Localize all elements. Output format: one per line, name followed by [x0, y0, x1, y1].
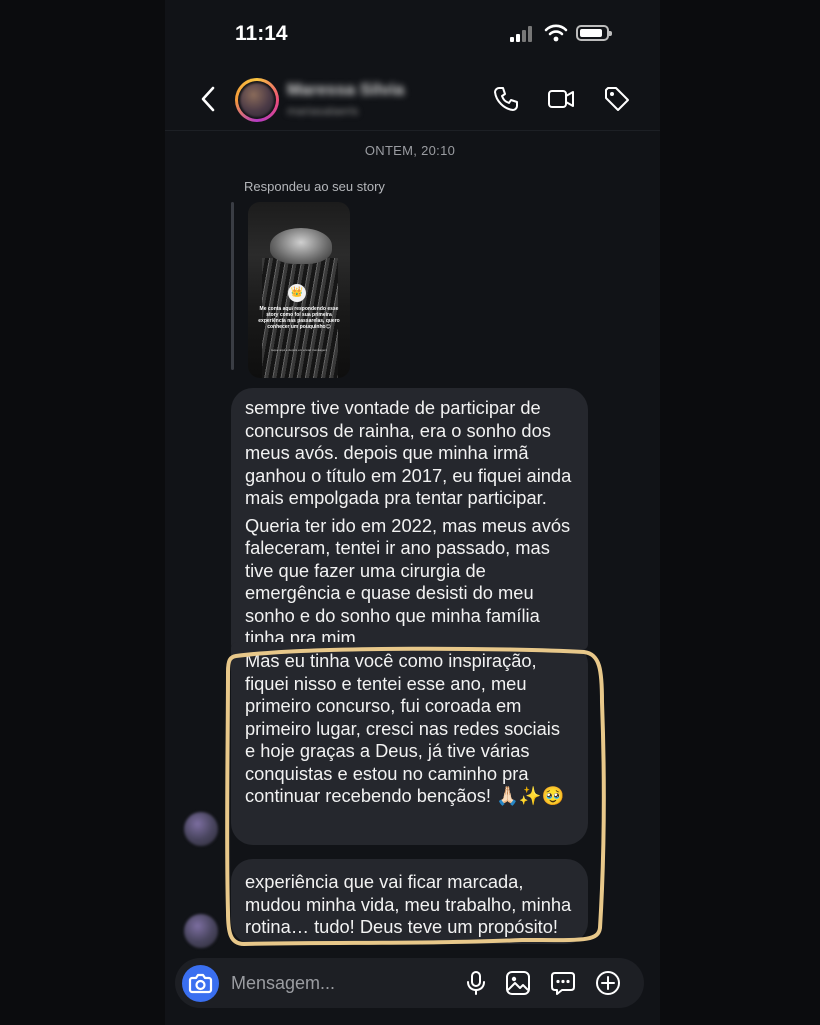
contact-name[interactable]: Maressa Silvia: [287, 80, 404, 100]
microphone-icon[interactable]: [462, 969, 490, 997]
status-bar: 11:14: [0, 0, 820, 66]
message-bubble[interactable]: experiência que vai ficar marcada, mudou…: [231, 859, 588, 944]
message-text: Mas eu tinha você como inspiração, fique…: [245, 650, 565, 806]
reply-indicator-bar: [231, 202, 234, 370]
image-icon[interactable]: [504, 969, 532, 997]
message-input[interactable]: Mensagem...: [231, 973, 335, 994]
crown-emoji-icon: 👑: [288, 284, 306, 302]
chat-header: Maressa Silvia mariasalaeris: [165, 70, 660, 131]
status-icons: [510, 22, 615, 46]
message-text: sempre tive vontade de participar de con…: [245, 397, 572, 508]
battery-icon: [576, 25, 612, 41]
message-composer: Mensagem...: [175, 958, 644, 1008]
sender-avatar[interactable]: [184, 914, 218, 948]
message-bubble[interactable]: Mas eu tinha você como inspiração, fique…: [231, 642, 588, 845]
tag-icon[interactable]: [602, 84, 632, 114]
camera-icon: [188, 973, 213, 994]
chevron-left-icon[interactable]: [197, 84, 219, 114]
status-time: 11:14: [235, 22, 288, 45]
story-thumbnail[interactable]: 👑 Me conta aqui respondendo esse story c…: [248, 202, 350, 378]
avatar[interactable]: [235, 78, 279, 122]
message-text: Queria ter ido em 2022, mas meus avós fa…: [245, 514, 571, 649]
camera-button[interactable]: [182, 965, 219, 1002]
plus-circle-icon[interactable]: [594, 969, 622, 997]
chat-bubble-icon[interactable]: [549, 969, 577, 997]
phone-icon[interactable]: [491, 84, 521, 114]
story-caption: Me conta aqui respondendo esse story com…: [258, 306, 340, 330]
story-reply-label: Respondeu ao seu story: [244, 179, 385, 194]
date-separator: ONTEM, 20:10: [364, 143, 456, 158]
contact-username: mariasalaeris: [287, 104, 359, 118]
signal-icon: [510, 26, 536, 42]
sender-avatar[interactable]: [184, 812, 218, 846]
wifi-icon: [544, 24, 568, 42]
video-camera-icon[interactable]: [546, 84, 576, 114]
story-hat: [270, 228, 332, 264]
message-bubble[interactable]: sempre tive vontade de participar de con…: [231, 388, 588, 650]
story-footer: toque aqui e depois em enviar mensagem: [271, 348, 327, 352]
message-text: experiência que vai ficar marcada, mudou…: [245, 871, 572, 937]
